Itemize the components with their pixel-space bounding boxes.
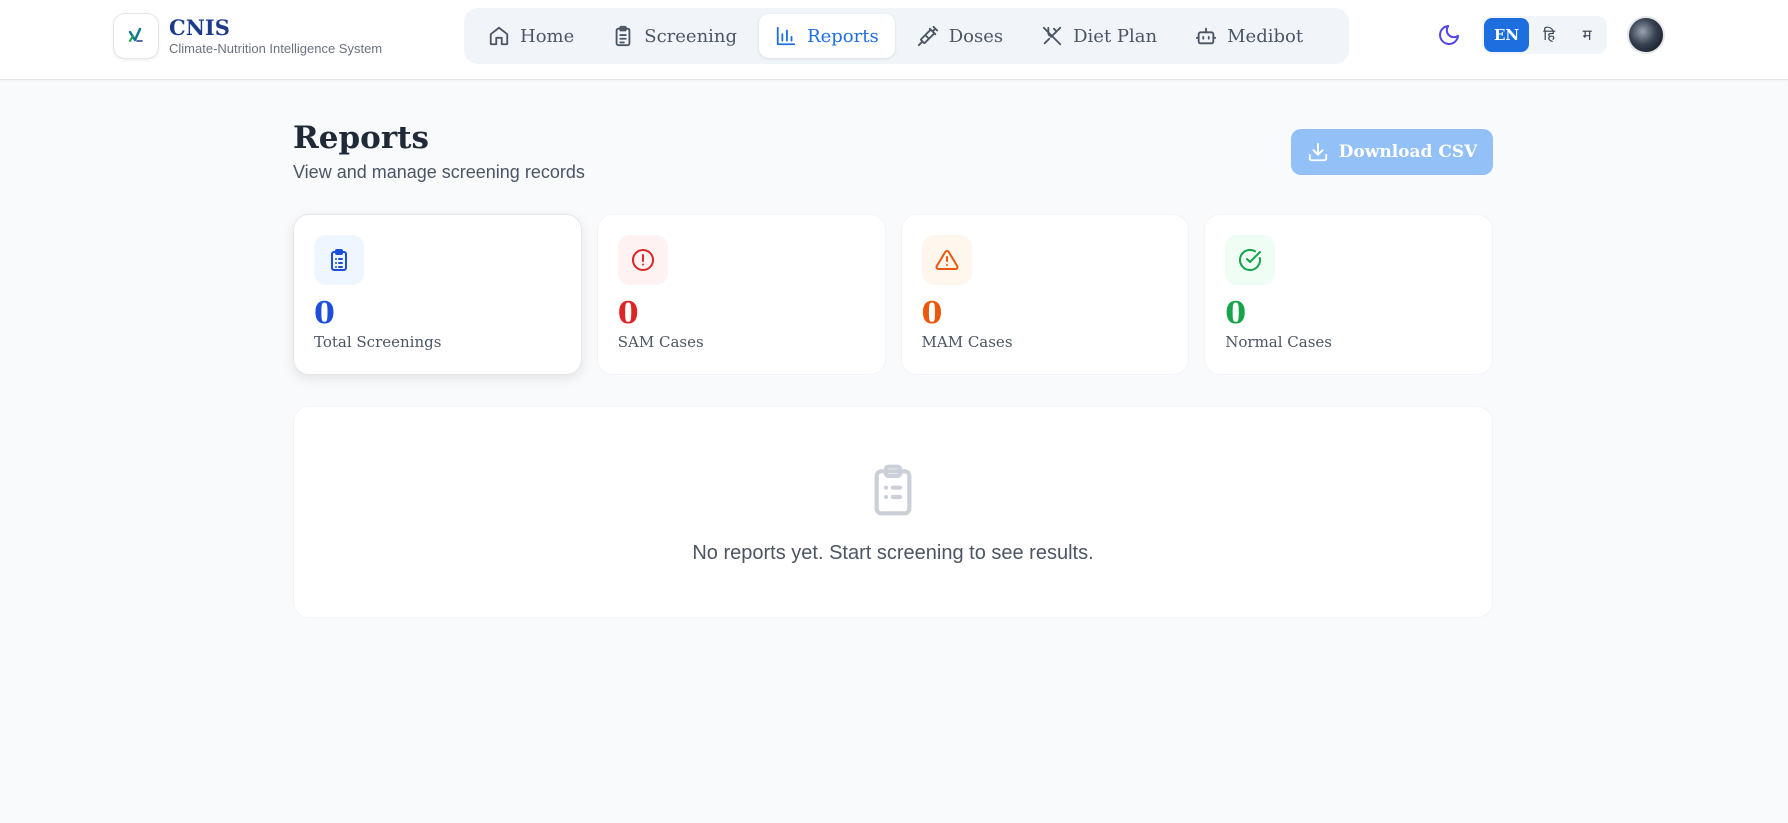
lang-button-en[interactable]: EN: [1484, 18, 1530, 52]
bot-icon: [1196, 27, 1217, 45]
bar-chart-icon: [776, 26, 796, 46]
empty-state-message: No reports yet. Start screening to see r…: [692, 541, 1094, 564]
stat-value: 0: [617, 296, 639, 331]
home-icon: [489, 26, 509, 46]
brand-title: CNIS: [169, 15, 230, 40]
user-avatar[interactable]: [1627, 16, 1665, 54]
stat-label: SAM Cases: [617, 333, 704, 351]
alert-triangle-icon: [935, 249, 958, 270]
leaf-logo-icon: [128, 27, 143, 42]
stats-row: 0 Total Screenings 0 SAM Cases 0 MAM Cas…: [293, 214, 1493, 375]
brand-subtitle: Climate-Nutrition Intelligence System: [169, 41, 383, 56]
clipboard-icon: [615, 25, 631, 47]
brand-logo: [113, 13, 159, 59]
stat-value: 0: [314, 296, 335, 331]
stat-label: Total Screenings: [314, 333, 442, 351]
nav-item-screening[interactable]: Screening: [596, 14, 753, 58]
nav-item-label: Medibot: [1227, 25, 1304, 47]
empty-state-panel: No reports yet. Start screening to see r…: [293, 406, 1493, 618]
clipboard-list-icon: [331, 249, 347, 271]
nav-item-label: Reports: [807, 25, 879, 47]
lang-button-hi[interactable]: हि: [1531, 18, 1567, 52]
moon-icon: [1439, 25, 1459, 45]
stat-icon-box: [1225, 235, 1276, 285]
nav-item-medibot[interactable]: Medibot: [1179, 14, 1319, 58]
nav-item-reports[interactable]: Reports: [759, 14, 895, 58]
stat-card-sam-cases[interactable]: 0 SAM Cases: [596, 214, 886, 375]
download-csv-label: Download CSV: [1338, 142, 1478, 162]
download-csv-button[interactable]: Download CSV: [1291, 129, 1493, 175]
nav-item-label: Screening: [644, 25, 738, 47]
brand[interactable]: CNIS Climate-Nutrition Intelligence Syst…: [113, 13, 382, 59]
stat-value: 0: [1225, 296, 1247, 331]
check-circle-icon: [1239, 248, 1262, 271]
main-nav: Home Screening Reports Doses Diet Plan M…: [464, 8, 1349, 64]
utensils-icon: [1042, 26, 1062, 46]
clipboard-list-icon: [874, 464, 912, 515]
syringe-icon: [917, 25, 938, 47]
alert-circle-icon: [631, 249, 654, 271]
stat-icon-box: [921, 235, 972, 285]
nav-item-label: Doses: [948, 25, 1004, 47]
nav-item-diet-plan[interactable]: Diet Plan: [1025, 14, 1173, 58]
download-icon: [1308, 142, 1327, 162]
reports-page: Reports View and manage screening record…: [293, 120, 1493, 618]
top-header: CNIS Climate-Nutrition Intelligence Syst…: [0, 0, 1788, 80]
stat-label: MAM Cases: [921, 333, 1013, 351]
stat-card-total-screenings[interactable]: 0 Total Screenings: [293, 214, 582, 375]
stat-label: Normal Cases: [1225, 333, 1333, 351]
stat-value: 0: [921, 296, 943, 331]
nav-item-home[interactable]: Home: [472, 14, 590, 58]
nav-item-label: Home: [520, 25, 575, 47]
nav-item-label: Diet Plan: [1073, 25, 1158, 47]
stat-card-normal-cases[interactable]: 0 Normal Cases: [1204, 214, 1493, 375]
stat-icon-box: [314, 235, 364, 285]
language-switcher: EN हि म: [1482, 16, 1608, 54]
lang-button-mr[interactable]: म: [1569, 18, 1605, 52]
stat-icon-box: [617, 235, 668, 285]
nav-item-doses[interactable]: Doses: [901, 14, 1019, 58]
stat-card-mam-cases[interactable]: 0 MAM Cases: [900, 214, 1190, 375]
theme-toggle-button[interactable]: [1434, 20, 1464, 50]
